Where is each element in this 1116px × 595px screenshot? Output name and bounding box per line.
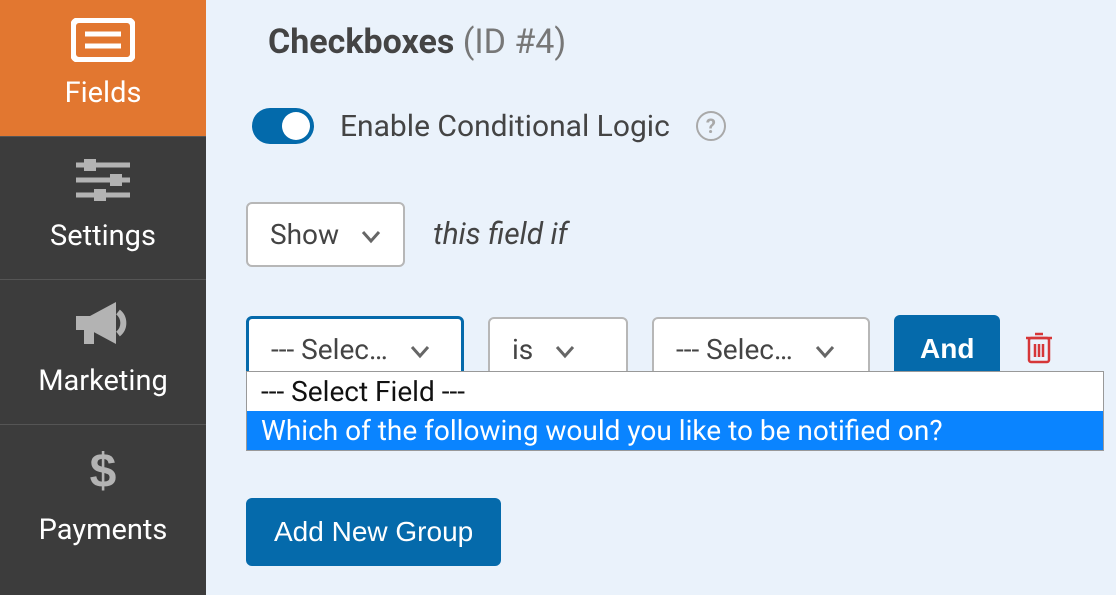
svg-text:$: $ [90,445,117,498]
chevron-down-icon [555,333,575,366]
toggle-knob [282,112,310,140]
action-select-value: Show [270,218,339,251]
sidebar-item-label: Fields [65,76,142,110]
help-icon[interactable]: ? [696,111,726,141]
sidebar-item-payments[interactable]: $ Payments [0,424,206,573]
field-title: Checkboxes (ID #4) [268,22,1076,62]
field-select-dropdown: --- Select Field --- Which of the follow… [246,371,1104,451]
fields-icon [71,18,135,66]
rule-field-value: --- Selec… [271,333,388,366]
field-id: (ID #4) [463,22,567,62]
chevron-down-icon [815,333,835,366]
delete-rule-button[interactable] [1024,330,1054,368]
action-suffix-label: this field if [433,217,568,252]
sidebar-item-label: Settings [50,219,156,253]
dollar-icon: $ [83,443,123,503]
chevron-down-icon [361,218,381,251]
rule-operator-value: is [512,333,533,366]
action-select[interactable]: Show [246,202,405,267]
main-panel: Checkboxes (ID #4) Enable Conditional Lo… [206,0,1116,595]
sliders-icon [72,155,134,209]
sidebar-item-settings[interactable]: Settings [0,136,206,279]
enable-conditional-logic-label: Enable Conditional Logic [340,109,670,144]
bullhorn-icon [70,298,136,354]
sidebar-item-marketing[interactable]: Marketing [0,279,206,424]
sidebar-item-fields[interactable]: Fields [0,0,206,136]
dropdown-option[interactable]: --- Select Field --- [247,372,1103,411]
chevron-down-icon [410,333,430,366]
field-type: Checkboxes [268,22,454,62]
dropdown-option[interactable]: Which of the following would you like to… [247,411,1103,450]
add-new-group-button[interactable]: Add New Group [246,498,501,566]
sidebar-item-label: Marketing [38,364,168,398]
sidebar: Fields Settings [0,0,206,595]
rule-value-value: --- Selec… [676,333,793,366]
sidebar-item-label: Payments [39,513,168,547]
enable-conditional-logic-toggle[interactable] [252,108,314,144]
